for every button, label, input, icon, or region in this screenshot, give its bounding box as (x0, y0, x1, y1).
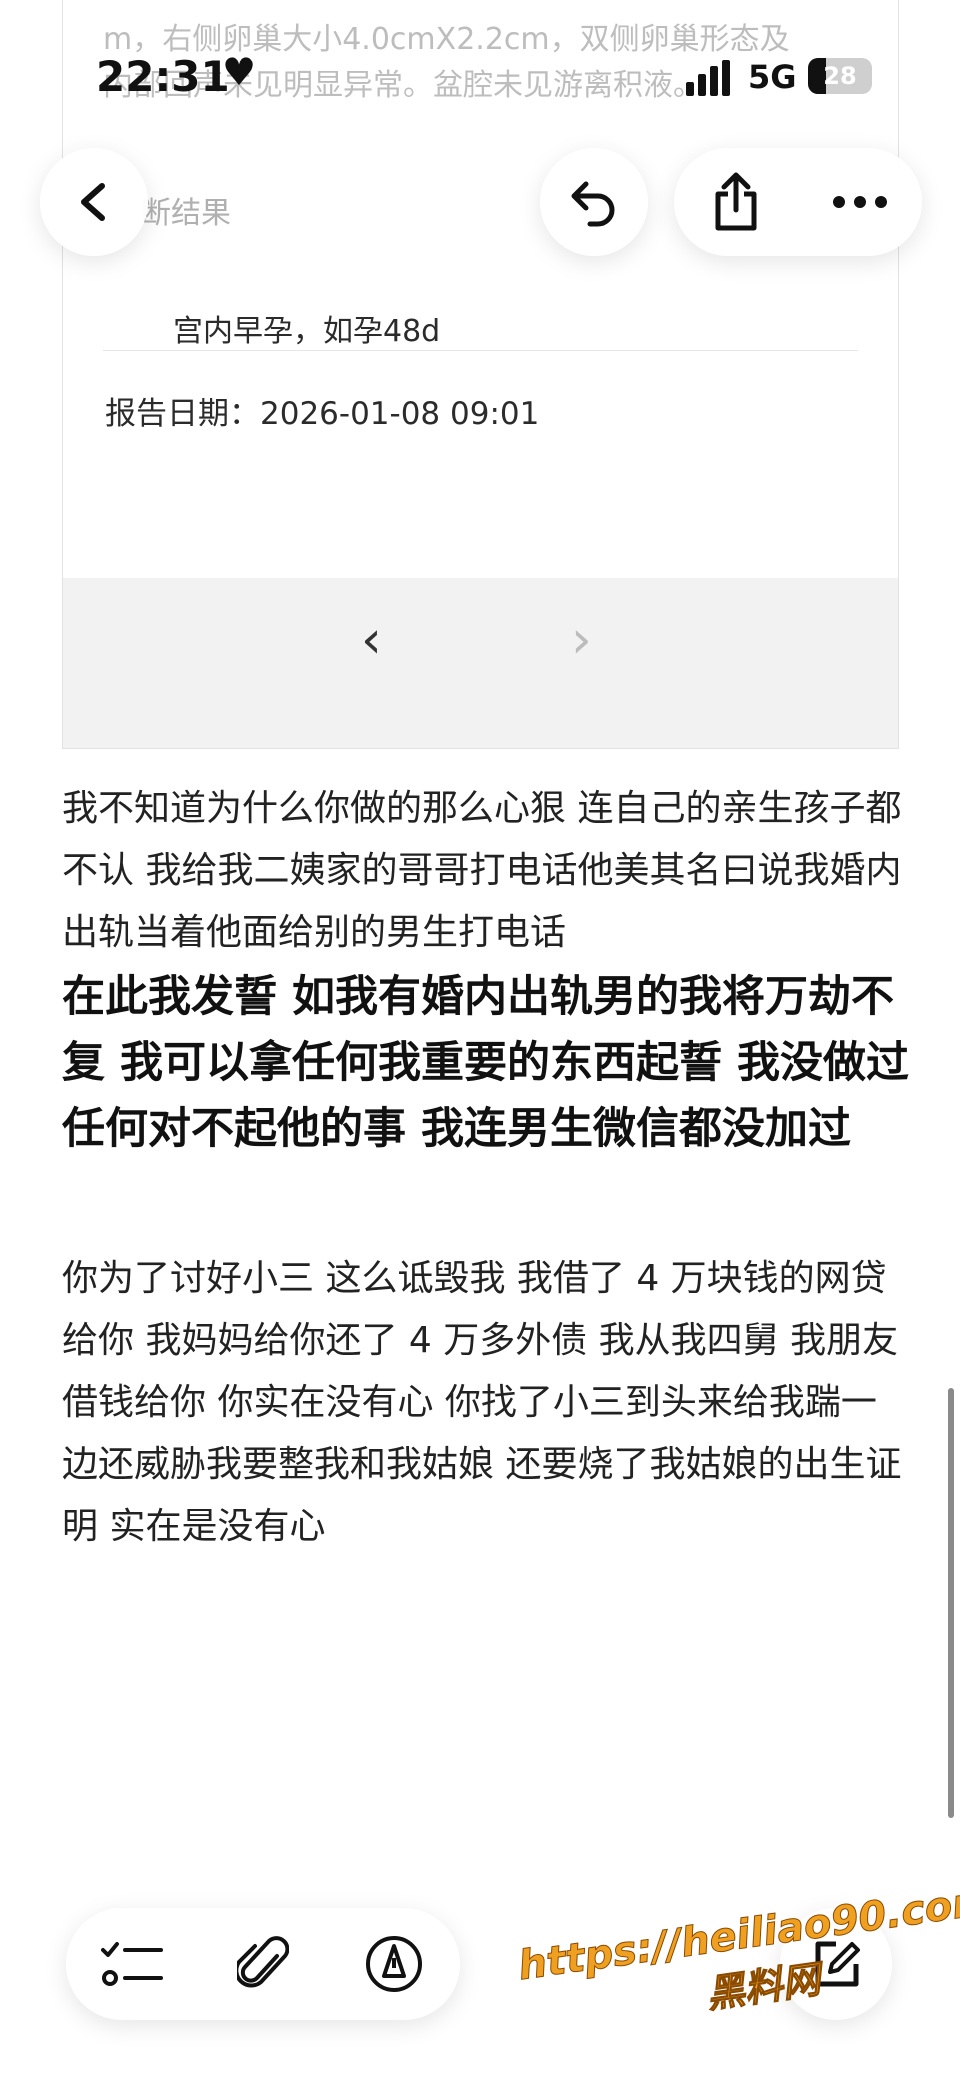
undo-button[interactable] (540, 148, 648, 256)
undo-icon (571, 181, 615, 227)
note-paragraph[interactable]: 你为了讨好小三 这么诋毁我 我借了 4 万块钱的网贷给你 我妈妈给你还了 4 万… (62, 1248, 912, 1558)
share-button[interactable] (686, 152, 786, 252)
network-type: 5G (748, 58, 797, 96)
checklist-button[interactable] (82, 1914, 182, 2014)
heart-icon: ♥ (222, 50, 257, 94)
previous-page-button[interactable]: ‹ (361, 614, 382, 666)
more-button[interactable] (810, 152, 910, 252)
report-divider (103, 350, 858, 351)
markup-icon (366, 1936, 423, 1992)
report-pager: ‹ › (63, 578, 898, 748)
markup-button[interactable] (344, 1914, 444, 2014)
battery-level: 28 (823, 62, 857, 90)
watermark: https://heiliao90.com 黑料网 (515, 1877, 960, 2044)
checklist-icon (100, 1942, 163, 1986)
report-section-label: 断结果 (141, 196, 231, 231)
report-diagnosis: 宫内早孕，如孕48d (173, 314, 441, 349)
next-page-button[interactable]: › (571, 614, 592, 666)
attachment-button[interactable] (213, 1914, 313, 2014)
signal-icon (686, 60, 736, 96)
battery-icon: 28 (808, 58, 872, 94)
attachment-icon (236, 1936, 289, 1988)
status-bar: 22:31 ♥ 5G 28 (0, 0, 960, 150)
report-date: 报告日期：2026-01-08 09:01 (105, 396, 540, 432)
note-paragraph-bold[interactable]: 在此我发誓 如我有婚内出轨男的我将万劫不复 我可以拿任何我重要的东西起誓 我没做… (62, 964, 912, 1162)
bottom-toolbar (66, 1908, 460, 2020)
action-pill (674, 148, 922, 256)
back-button[interactable] (40, 148, 148, 256)
share-icon (715, 172, 757, 231)
status-time: 22:31 (96, 52, 230, 101)
back-icon (81, 183, 105, 221)
scrollbar[interactable] (948, 1388, 954, 1818)
more-icon (833, 196, 887, 208)
note-paragraph[interactable]: 我不知道为什么你做的那么心狠 连自己的亲生孩子都不认 我给我二姨家的哥哥打电话他… (62, 778, 912, 964)
